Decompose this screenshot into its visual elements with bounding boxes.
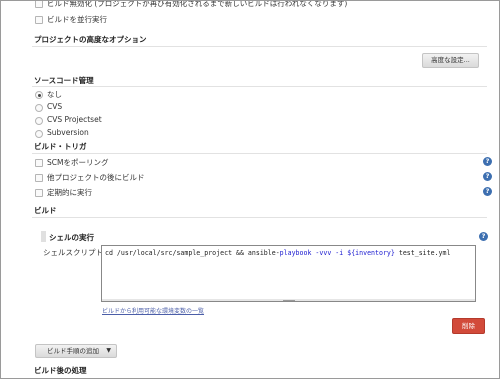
scm-cvs-projectset-radio[interactable] (35, 117, 43, 125)
delete-step-button[interactable]: 削除 (452, 318, 485, 334)
build-section-title: ビルド (34, 206, 57, 215)
command-text: test_site.yml (394, 249, 451, 257)
command-keyword: ${inventory} (347, 249, 395, 257)
env-vars-link[interactable]: ビルドから利用可能な環境変数の一覧 (102, 306, 204, 315)
scm-polling-label: SCMをポーリング (47, 158, 109, 167)
scm-none-label: なし (47, 90, 62, 99)
resize-grip-icon (283, 300, 295, 301)
command-keyword: playbook (279, 249, 312, 257)
advanced-options-title: プロジェクトの高度なオプション (34, 35, 147, 44)
command-text: cd /usr/local/src/sample_project && ansi… (105, 249, 280, 257)
build-triggers-title: ビルド・トリガ (34, 142, 87, 151)
disable-build-label: ビルド無効化 (プロジェクトが再び有効化されるまで新しいビルドは行われなくなりま… (47, 0, 348, 8)
concurrent-build-label: ビルドを並行実行 (47, 15, 107, 24)
divider (32, 86, 487, 87)
help-icon[interactable]: ? (483, 157, 492, 166)
build-after-other-checkbox[interactable] (35, 174, 43, 182)
scm-cvs-radio[interactable] (35, 104, 43, 112)
shell-script-textarea[interactable]: cd /usr/local/src/sample_project && ansi… (101, 245, 476, 300)
jenkins-config-form: ビルド無効化 (プロジェクトが再び有効化されるまで新しいビルドは行われなくなりま… (0, 0, 500, 379)
post-build-title: ビルド後の処理 (34, 366, 87, 375)
add-build-step-button[interactable]: ビルド手順の追加 ▼ (35, 344, 117, 358)
scm-subversion-radio[interactable] (35, 130, 43, 138)
add-build-step-label: ビルド手順の追加 (47, 347, 99, 355)
scm-polling-checkbox[interactable] (35, 159, 43, 167)
concurrent-build-checkbox[interactable] (35, 16, 43, 24)
divider (32, 217, 487, 218)
shell-step-title: シェルの実行 (49, 233, 94, 242)
disable-build-checkbox[interactable] (35, 1, 43, 8)
shell-script-label: シェルスクリプト (43, 248, 103, 257)
scm-none-radio[interactable] (35, 91, 43, 99)
divider (32, 46, 487, 47)
advanced-settings-button[interactable]: 高度な設定... (422, 53, 479, 68)
periodic-build-label: 定期的に実行 (47, 188, 92, 197)
command-keyword: -vvv (315, 249, 332, 257)
divider (32, 153, 487, 154)
step-drag-handle[interactable] (41, 231, 46, 242)
scm-cvs-label: CVS (47, 102, 63, 111)
help-icon[interactable]: ? (483, 172, 492, 181)
scm-cvs-projectset-label: CVS Projectset (47, 115, 102, 124)
periodic-build-checkbox[interactable] (35, 189, 43, 197)
help-icon[interactable]: ? (483, 187, 492, 196)
build-after-other-label: 他プロジェクトの後にビルド (47, 173, 145, 182)
scm-subversion-label: Subversion (47, 128, 89, 137)
scm-section-title: ソースコード管理 (34, 76, 94, 85)
dropdown-arrow-icon: ▼ (106, 347, 111, 354)
help-icon[interactable]: ? (479, 232, 488, 241)
